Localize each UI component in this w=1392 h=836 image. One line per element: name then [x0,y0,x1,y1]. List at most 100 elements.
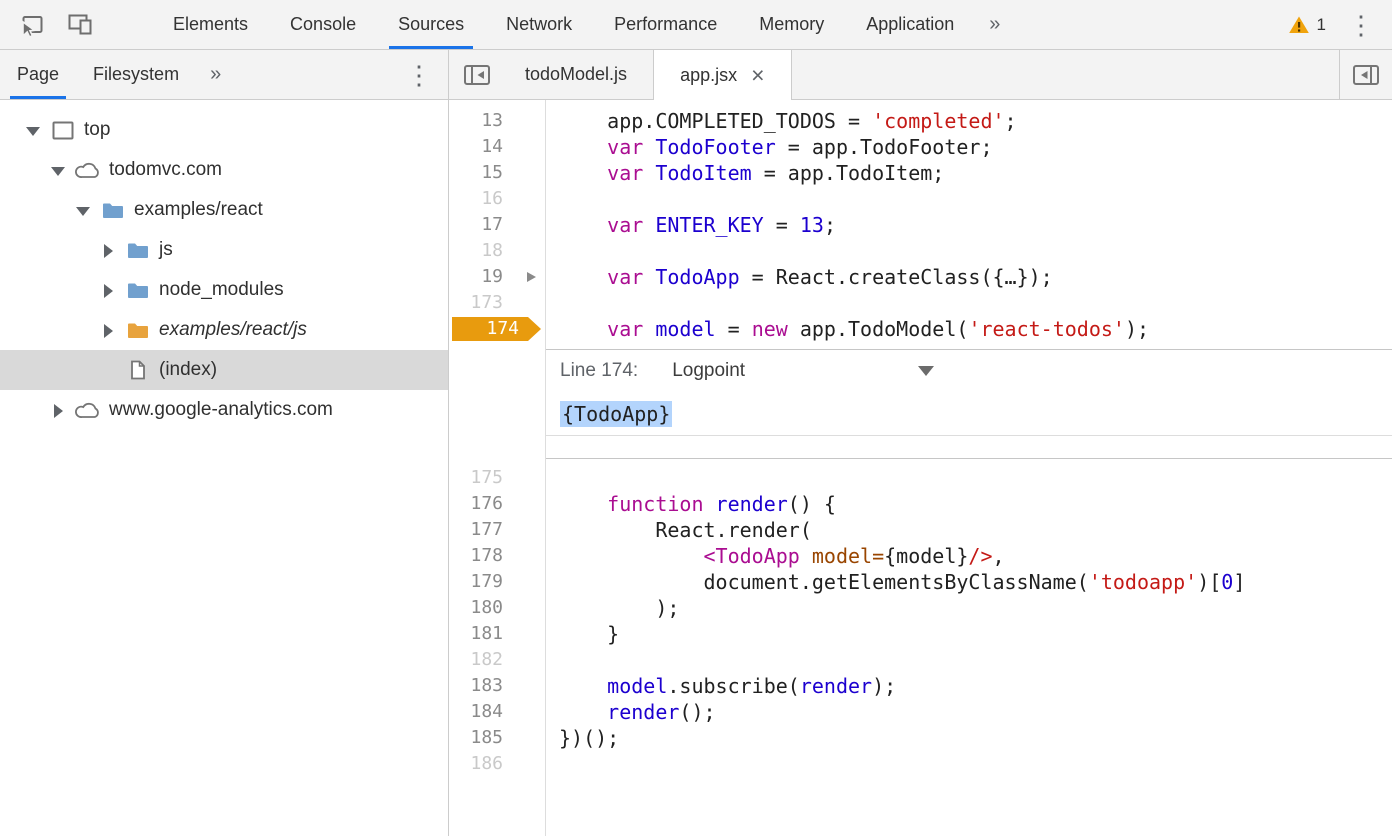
code-text[interactable]: var ENTER_KEY = 13; [545,212,836,238]
warning-badge[interactable]: 1 [1288,15,1326,35]
line-number[interactable]: 180 [449,595,545,621]
logpoint-badge[interactable]: 174 [452,317,541,341]
code-text[interactable]: app.COMPLETED_TODOS = 'completed'; [545,108,1017,134]
tree-item-examples-react[interactable]: examples/react [0,190,448,230]
code-line-179: 179 document.getElementsByClassName('tod… [449,569,1392,595]
code-text[interactable]: <TodoApp model={model}/>, [545,543,1005,569]
hide-navigator-icon[interactable] [463,63,491,87]
toolbar-tab-network[interactable]: Network [485,0,593,49]
tree-item-label: todomvc.com [109,159,222,181]
tree-item-label: www.google-analytics.com [109,399,333,421]
line-number[interactable]: 19 [449,264,545,290]
logpoint-expression-value: {TodoApp} [560,401,672,427]
line-number[interactable]: 17 [449,212,545,238]
code-line-13: 13 app.COMPLETED_TODOS = 'completed'; [449,108,1392,134]
code-line-176: 176 function render() { [449,491,1392,517]
more-panels-icon[interactable]: » [975,0,1014,49]
code-text[interactable] [545,290,559,316]
expander-closed-icon[interactable] [99,321,117,339]
navigator-menu-kebab-icon[interactable]: ⋮ [406,62,448,88]
line-number[interactable]: 179 [449,569,545,595]
breakpoint-type-value: Logpoint [672,360,745,382]
code-text[interactable] [545,465,559,491]
line-number[interactable]: 182 [449,647,545,673]
show-debugger-sidebar-icon[interactable] [1339,50,1392,99]
line-number[interactable]: 18 [449,238,545,264]
editor-tab-todomodel-js[interactable]: todoModel.js [499,50,653,99]
code-text[interactable]: document.getElementsByClassName('todoapp… [545,569,1245,595]
code-text[interactable]: var TodoApp = React.createClass({…}); [545,264,1053,290]
breakpoint-type-dropdown[interactable]: Logpoint [672,360,934,382]
code-line-18: 18 [449,238,1392,264]
code-text[interactable]: model.subscribe(render); [545,673,896,699]
line-number[interactable]: 184 [449,699,545,725]
toolbar-tabs: ElementsConsoleSourcesNetworkPerformance… [152,0,975,49]
code-line-177: 177 React.render( [449,517,1392,543]
expander-closed-icon[interactable] [99,241,117,259]
line-number[interactable]: 16 [449,186,545,212]
code-text[interactable]: ); [545,595,679,621]
toolbar-tab-performance[interactable]: Performance [593,0,738,49]
tree-item-www-google-analytics-com[interactable]: www.google-analytics.com [0,390,448,430]
tree-item-node-modules[interactable]: node_modules [0,270,448,310]
line-number[interactable]: 13 [449,108,545,134]
toolbar-tab-memory[interactable]: Memory [738,0,845,49]
tree-item-label: examples/react [134,199,263,221]
tree-item-js[interactable]: js [0,230,448,270]
navigator-tab-page[interactable]: Page [0,50,76,99]
toolbar-tab-application[interactable]: Application [845,0,975,49]
line-number[interactable]: 185 [449,725,545,751]
more-navigator-tabs-icon[interactable]: » [196,50,235,99]
toolbar-tab-elements[interactable]: Elements [152,0,269,49]
expander-closed-icon[interactable] [99,281,117,299]
navigator-tabs: PageFilesystem [0,50,196,99]
line-number[interactable]: 14 [449,134,545,160]
tree-item-examples-react-js[interactable]: examples/react/js [0,310,448,350]
fold-toggle-icon[interactable] [527,272,536,282]
line-number[interactable]: 174 [449,316,545,342]
navigator-tab-strip: PageFilesystem » ⋮ [0,50,448,100]
line-number[interactable]: 178 [449,543,545,569]
tree-item-label: js [159,239,173,261]
main-menu-kebab-icon[interactable]: ⋮ [1348,12,1374,38]
code-text[interactable] [545,647,559,673]
device-toolbar-icon[interactable] [62,7,98,43]
code-text[interactable] [545,238,559,264]
code-line-184: 184 render(); [449,699,1392,725]
code-text[interactable]: var TodoItem = app.TodoItem; [545,160,944,186]
code-text[interactable]: render(); [545,699,716,725]
editor-tab-app-jsx[interactable]: app.jsx× [653,50,791,100]
code-text[interactable]: })(); [545,725,619,751]
code-line-178: 178 <TodoApp model={model}/>, [449,543,1392,569]
expander-closed-icon[interactable] [49,401,67,419]
line-number[interactable]: 173 [449,290,545,316]
line-number[interactable]: 15 [449,160,545,186]
code-text[interactable]: React.render( [545,517,812,543]
code-text[interactable]: var model = new app.TodoModel('react-tod… [545,316,1149,342]
tree-item-index[interactable]: (index) [0,350,448,390]
logpoint-expression-input[interactable]: {TodoApp} [546,392,1392,436]
inspect-element-icon[interactable] [14,7,50,43]
toolbar-tab-sources[interactable]: Sources [377,0,485,49]
logpoint-header: Line 174: Logpoint [546,350,1392,392]
tree-item-todomvc-com[interactable]: todomvc.com [0,150,448,190]
code-text[interactable] [545,751,559,777]
code-text[interactable]: function render() { [545,491,836,517]
code-text[interactable]: var TodoFooter = app.TodoFooter; [545,134,993,160]
line-number[interactable]: 176 [449,491,545,517]
tree-item-top[interactable]: top [0,110,448,150]
line-number[interactable]: 175 [449,465,545,491]
expander-open-icon[interactable] [74,201,92,219]
line-number[interactable]: 181 [449,621,545,647]
line-number[interactable]: 177 [449,517,545,543]
line-number[interactable]: 183 [449,673,545,699]
code-text[interactable]: } [545,621,619,647]
toolbar-tab-console[interactable]: Console [269,0,377,49]
code-text[interactable] [545,186,559,212]
expander-open-icon[interactable] [49,161,67,179]
expander-open-icon[interactable] [24,121,42,139]
logpoint-line-label: Line 174: [560,360,638,382]
close-tab-icon[interactable]: × [751,64,764,87]
navigator-tab-filesystem[interactable]: Filesystem [76,50,196,99]
line-number[interactable]: 186 [449,751,545,777]
